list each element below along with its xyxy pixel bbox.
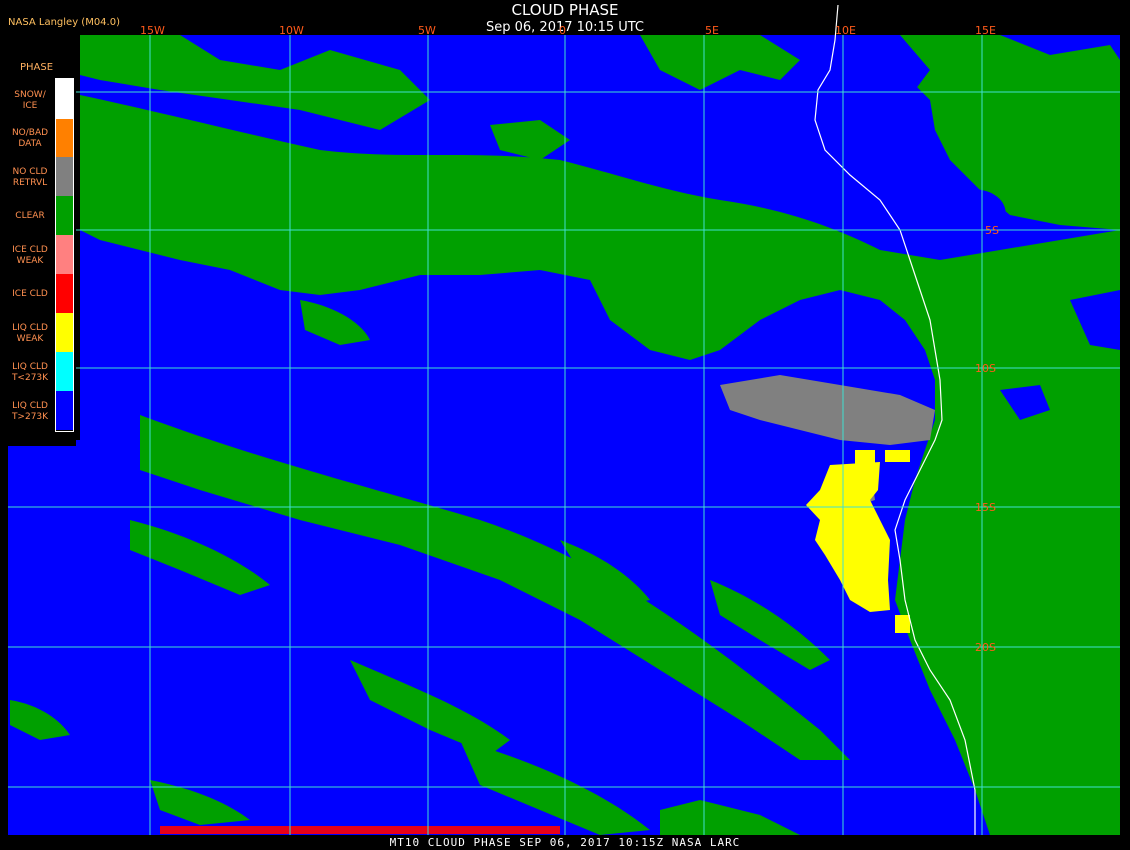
legend-swatch-no-bad-data [56, 119, 73, 157]
legend-label-no-cld-retrvl: NO CLD RETRVL [12, 167, 48, 188]
scan-edge [160, 826, 560, 834]
lon-label-15w: 15W [140, 24, 165, 37]
map-left-strip [8, 440, 80, 835]
lat-label-15s: 15S [975, 501, 996, 514]
lon-label-15e: 15E [975, 24, 996, 37]
legend-label-liq-cld-warm: LIQ CLD T>273K [11, 401, 49, 422]
footer-caption: MT10 CLOUD PHASE SEP 06, 2017 10:15Z NAS… [389, 836, 741, 849]
legend-swatch-clear [56, 196, 73, 235]
legend-label-ice-cld-weak: ICE CLD WEAK [12, 245, 48, 266]
legend-swatch-ice-cld-weak [56, 235, 73, 274]
page-title: CLOUD PHASE [511, 1, 619, 19]
cloud-phase-map [8, 4, 1120, 835]
legend-swatch-liq-cld-warm [56, 391, 73, 430]
phase-legend: PHASE SNOW/ICE NO/BAD DATA NO CLD RETRVL C… [8, 56, 76, 446]
legend-swatch-ice-cld [56, 274, 73, 313]
legend-swatch-liq-cld-cold [56, 352, 73, 391]
lon-label-5w: 5W [418, 24, 436, 37]
lat-label-5s: 5S [985, 224, 999, 237]
satellite-map: NASA Langley (M04.0) CLOUD PHASE Sep 06,… [0, 0, 1130, 850]
lon-label-10e: 10E [835, 24, 856, 37]
legend-label-liq-cld-weak: LIQ CLD WEAK [12, 323, 48, 344]
lon-label-0: 0 [559, 24, 566, 37]
legend-title: PHASE [20, 62, 54, 73]
legend-label-liq-cld-cold: LIQ CLD T<273K [11, 362, 49, 383]
lon-label-5e: 5E [705, 24, 719, 37]
legend-label-ice-cld: ICE CLD [12, 289, 48, 299]
lon-label-10w: 10W [279, 24, 304, 37]
legend-label-clear: CLEAR [15, 211, 45, 221]
lat-label-20s: 20S [975, 641, 996, 654]
legend-label-no-bad-data: NO/BAD DATA [11, 128, 49, 149]
legend-swatch-liq-cld-weak [56, 313, 73, 352]
legend-swatch-no-cld-retrvl [56, 157, 73, 196]
lat-label-10s: 10S [975, 362, 996, 375]
legend-label-snow-ice: SNOW/ICE [14, 90, 46, 111]
legend-swatch-snow-ice [56, 79, 73, 119]
